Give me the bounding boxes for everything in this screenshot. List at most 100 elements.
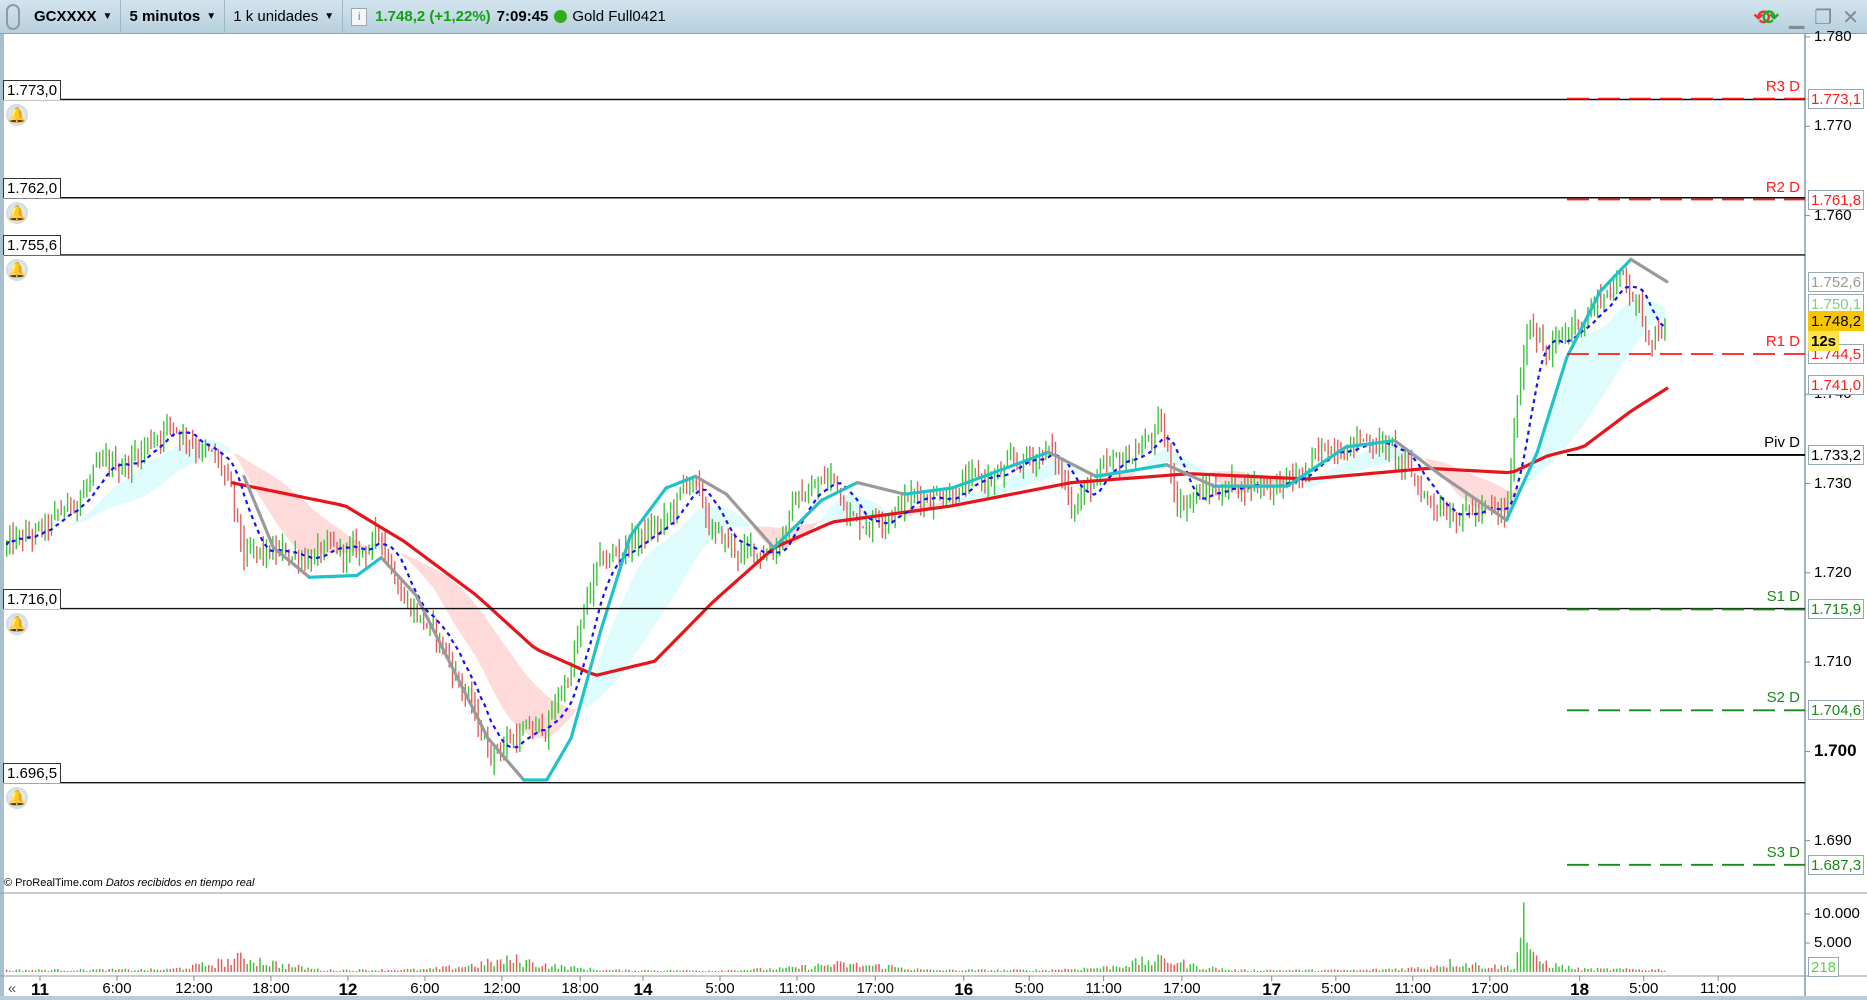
cloud-segment [1456,467,1460,497]
cloud-segment [606,631,610,692]
fast-ma-segment [450,664,490,740]
cloud-segment [102,494,107,512]
price-tick-label: 1.770 [1814,117,1852,135]
credit-note: Datos recibidos en tiempo real [105,877,255,889]
cloud-segment [1600,325,1604,399]
cloud-segment [725,507,729,531]
cloud-segment [1559,381,1563,456]
cloud-segment [677,528,681,591]
cloud-segment [1568,355,1572,445]
pivot-name: R1 D [1765,333,1800,350]
cloud-segment [1594,329,1598,410]
bell-icon[interactable]: 🔔 [6,612,28,635]
cloud-segment [571,708,575,717]
time-tick-label: 17:00 [1471,980,1509,997]
cloud-segment [1587,332,1592,419]
quote-time: 7:09:45 [496,8,549,25]
cloud-segment [1661,305,1665,320]
instrument-selector[interactable]: GCXXXX ▼ [26,0,122,34]
minimize-button[interactable]: ▁ [1789,5,1804,30]
time-tick-label: 6:00 [102,980,132,997]
timeframe-selector[interactable]: 5 minutos ▼ [121,0,226,34]
contract-name: Gold Full0421 [572,8,666,25]
cloud-segment [1591,331,1595,414]
cloud-segment [1578,338,1582,432]
cloud-segment [404,554,408,560]
cloud-segment [1581,336,1585,428]
cloud-segment [90,508,94,519]
cloud-segment [1203,469,1207,473]
time-tick-label: 17:00 [1163,980,1201,997]
refresh-icon[interactable]: ⟲⟳ [1753,5,1779,30]
cloud-segment [497,634,501,705]
credit-brand: © ProRealTime.com [4,877,103,889]
cloud-segment [1177,453,1181,466]
bell-icon[interactable]: 🔔 [6,786,28,809]
status-dot-icon [554,10,568,23]
cloud-segment [83,514,87,522]
cloud-segment [106,491,110,510]
cloud-segment [1584,333,1588,424]
pivot-name: Piv D [1764,433,1800,451]
chart-toolbar: GCXXXX ▼ 5 minutos ▼ 1 k unidades ▼ i 1.748… [0,0,1867,34]
data-credit: © ProRealTime.com Datos recibidos en tie… [4,877,254,889]
restore-button[interactable]: ❐ [1814,5,1832,30]
cloud-segment [510,652,514,723]
cloud-segment [1347,459,1351,476]
cloud-segment [115,483,119,506]
time-tick-label: 12 [338,980,358,999]
cloud-segment [1360,452,1364,471]
price-chart[interactable] [0,0,1867,1000]
cloud-segment [590,674,594,706]
close-button[interactable]: ✕ [1842,5,1859,30]
pivot-value-label: 1.761,8 [1808,189,1865,210]
pivot-name: R2 D [1765,178,1800,196]
units-label: 1 k unidades [233,8,319,25]
cloud-segment [811,522,815,530]
cloud-segment [1610,317,1614,385]
cloud-segment [664,539,668,611]
cloud-segment [481,611,485,674]
instrument-label: GCXXXX [34,8,97,25]
cloud-segment [1161,449,1165,464]
cloud-segment [439,571,443,605]
cloud-segment [93,504,97,517]
cloud-segment [170,448,174,478]
cloud-segment [57,528,62,530]
bell-icon[interactable]: 🔔 [6,201,28,224]
time-tick-label: 5:00 [1014,980,1044,997]
cloud-segment [247,460,251,482]
scroll-left-button[interactable]: « [8,980,16,997]
link-icon[interactable] [6,3,20,30]
time-tick-label: 18:00 [561,980,599,997]
alert-level-label[interactable]: 1.773,0 [3,79,62,100]
bell-icon[interactable]: 🔔 [6,103,28,126]
pivot-name: S2 D [1766,689,1800,707]
time-tick-label: 12:00 [175,980,213,997]
info-icon[interactable]: i [351,7,368,26]
fast-ma-segment [903,486,954,496]
cloud-segment [500,639,504,710]
time-tick-label: 11:00 [1394,980,1432,997]
time-tick-label: 11:00 [1699,980,1737,997]
alert-level-label[interactable]: 1.696,5 [3,762,62,783]
time-tick-label: 17:00 [856,980,894,997]
cloud-segment [430,566,434,588]
alert-level-label[interactable]: 1.716,0 [3,588,62,609]
cloud-segment [1148,459,1152,467]
time-tick-label: 17 [1262,980,1282,999]
cloud-segment [1350,458,1354,475]
bell-icon[interactable]: 🔔 [6,258,28,281]
alert-level-label[interactable]: 1.755,6 [3,234,62,255]
cloud-segment [138,467,142,499]
time-tick-label: 18:00 [252,980,290,997]
alert-level-label[interactable]: 1.762,0 [3,177,62,198]
cloud-segment [1353,455,1357,474]
cloud-segment [70,523,74,526]
cloud-segment [160,454,164,486]
cloud-segment [67,524,71,527]
last-price: 1.748,2 (+1,22%) [375,8,491,25]
cloud-segment [1616,310,1621,375]
units-selector[interactable]: 1 k unidades ▼ [225,0,344,34]
pivot-value-label: 1.733,2 [1808,444,1865,465]
